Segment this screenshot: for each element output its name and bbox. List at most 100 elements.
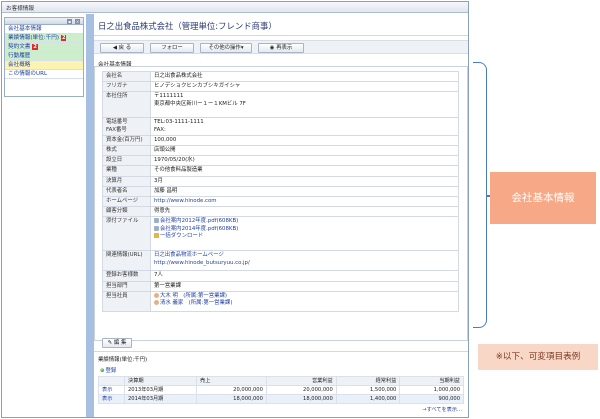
table-cell: 18,000,000 [265,394,337,404]
table-row: 本社住所 〒1111111 東京都中央区新川ー１ー１KMビル 7F [102,91,459,119]
back-button[interactable]: ◀ 戻 る [100,43,144,53]
table-row: 会社名 日之出食品株式会社 [102,70,459,83]
table-row: 表示 2014年03月期 18,000,000 18,000,000 1,400… [98,394,464,404]
field-value: 〒1111111 東京都中央区新川ー１ー１KMビル 7F [150,91,459,119]
business-section-title: 業績情報(単位:千円) [98,357,148,363]
basic-info-table: 会社名 日之出食品株式会社 フリガナ ヒノデショクヒンカブシキガイシャ 本社住所 〒1… [102,70,459,312]
sidebar-item-label: 行動履歴 [8,53,31,59]
field-value: 日之出食品株式会社 [150,70,459,83]
table-row: 業種 その他食料品製造業 [102,165,459,177]
view-link[interactable]: 表示 [102,396,112,402]
paperclip-icon [154,225,159,231]
field-value: 大木 明 (所属:第一営業課) 清水 義家 (所属:第一営業課) [150,290,459,312]
column-header: 売上 [196,376,267,386]
sidebar-item-business-info[interactable]: 業績情報(単位:千円) 2 [5,34,83,43]
attachment-item: 会社案内2014年度.pdf(608KB) [154,225,455,233]
related-link-url[interactable]: http://www.hinode_butsuryuu.co.jp/ [154,260,455,267]
sidebar-item-activity[interactable]: 行動履歴 [5,52,83,61]
table-cell: 2013年03月期 [124,385,197,395]
fax-value: FAX: [154,126,166,133]
other-actions-button[interactable]: その他の操作▾ [200,43,252,53]
table-cell: 2014年03月期 [124,394,197,404]
column-header [98,376,125,386]
divider [94,35,468,36]
attachment-item: 会社案内2012年度.pdf(608KB) [154,218,455,225]
field-label: 設立日 [102,155,151,167]
table-header-row: 決算期 売上 営業利益 経常利益 当期利益 [98,376,464,386]
person-icon [154,292,159,298]
table-row: 担当社員 大木 明 (所属:第一営業課) 清水 義家 (所属:第一営業課) [102,290,459,312]
related-link-title[interactable]: 日之出食品物流ホームページ [154,252,455,259]
column-header: 決算期 [124,376,197,386]
staff-link[interactable]: 大木 明 (所属:第一営業課) [160,293,227,299]
field-label: 電話番号 FAX番号 [102,117,151,136]
table-cell: 1,000,000 [399,385,464,395]
sidebar-item-contracts[interactable]: 契約文書 2 [5,43,83,52]
field-label: 登録お客様数 [102,270,151,282]
sidebar-item-overview[interactable]: 会社概略 [5,61,83,70]
field-value: 日之出食品物流ホームページ http://www.hinode_butsuryuu… [150,250,459,272]
paperclip-icon [154,218,159,224]
sidebar-item-label: 会社基本情報 [8,26,42,32]
field-label: 担当社員 [102,290,151,312]
table-cell: 900,000 [399,394,464,404]
sidebar-item-label: 契約文書 [8,44,31,50]
field-value: 店頭公開 [150,145,459,157]
field-value: 100,000 [150,134,459,147]
table-row: ホームページ http://www.hinode.com [102,196,459,208]
field-label: 関連情報(URL) [102,250,151,272]
column-header: 当期利益 [399,376,464,386]
edit-button[interactable]: ✎ 編 集 [102,338,132,348]
field-value: その他食料品製造業 [150,165,459,177]
refresh-label: 再表示 [276,45,293,51]
field-label: 代表者名 [102,185,151,198]
table-cell: 1,400,000 [335,394,401,404]
divider-strip [86,14,94,417]
table-row: 顧客分類 得意先 [102,206,459,218]
table-row: 代表者名 加藤 昌明 [102,185,459,198]
customer-info-window: お客様情報 ▪ × 会社基本情報 業績情報(単位:千円) 2 契約文書 2 行動履歴… [1,1,469,418]
annotation-basic-info: 会社基本情報 [490,172,596,224]
homepage-link[interactable]: http://www.hinode.com [154,198,217,204]
field-label: 株式 [102,145,151,157]
field-value: 加藤 昌明 [150,185,459,198]
field-value: TEL:03-1111-1111 FAX: [150,117,459,136]
sidebar-item-basic-info[interactable]: 会社基本情報 [5,25,83,34]
sidebar-item-label: 業績情報(単位:千円) [8,35,59,41]
field-label: 添付ファイル [102,216,151,252]
follow-button[interactable]: フォロー [150,43,194,53]
register-button[interactable]: ⊕登録 [100,366,116,374]
sidebar-item-url[interactable]: この情報のURL [5,70,83,79]
download-all-link[interactable]: 一括ダウンロード [160,233,203,239]
close-icon[interactable]: × [75,19,80,24]
table-row: 株式 店頭公開 [102,145,459,157]
refresh-button[interactable]: ◉ 再表示 [258,43,304,53]
sidebar-header: ▪ × [5,18,83,25]
main-panel: 日之出食品株式会社（管理単位:フレンド商事） ◀ 戻 る フォロー その他の操作… [94,14,468,417]
attachment-link[interactable]: 会社案内2012年度.pdf(608KB) [160,218,238,224]
phone-value: TEL:03-1111-1111 [154,119,204,126]
window-title: お客様情報 [6,6,34,12]
annotation-variable-items: ※以下、可変項目表例 [478,344,598,370]
staff-link[interactable]: 清水 義家 (所属:第一営業課) [160,300,232,306]
attachment-item: 一括ダウンロード [154,232,455,240]
basic-info-panel: 会社名 日之出食品株式会社 フリガナ ヒノデショクヒンカブシキガイシャ 本社住所 〒1… [94,66,468,341]
column-header: 営業利益 [265,376,337,386]
address-line: 東京都中央区新川ー１ー１KMビル 7F [154,100,246,107]
view-link[interactable]: 表示 [102,387,112,393]
table-row: 関連情報(URL) 日之出食品物流ホームページ http://www.hinode_… [102,250,459,272]
field-label: 顧客分類 [102,206,151,218]
field-label: 決算月 [102,175,151,187]
table-cell: 18,000,000 [196,394,267,404]
staff-item: 清水 義家 (所属:第一営業課) [154,300,455,307]
view-link-cell: 表示 [98,385,125,395]
attachment-link[interactable]: 会社案内2014年度.pdf(608KB) [160,226,238,232]
field-label: 担当部門 [102,280,151,292]
divider [94,351,468,352]
pin-icon[interactable]: ▪ [67,19,72,24]
sidebar-item-label: この情報のURL [8,71,48,77]
field-value: 第一営業課 [150,280,459,292]
show-all-link[interactable]: →すべてを表示... [422,406,462,413]
field-label: ホームページ [102,196,151,208]
field-value: 7人 [150,270,459,282]
